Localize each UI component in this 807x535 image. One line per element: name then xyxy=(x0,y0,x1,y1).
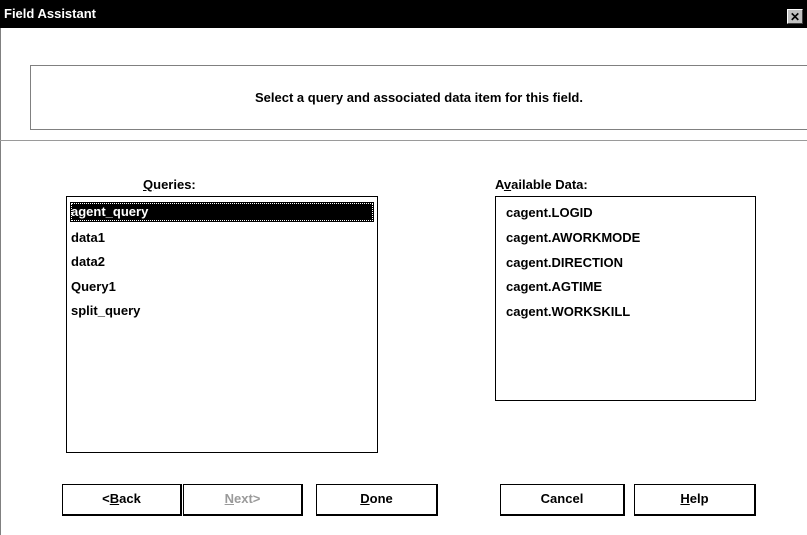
available-data-item[interactable]: cagent.LOGID xyxy=(506,203,593,223)
queries-listbox[interactable]: agent_query data1 data2 Query1 split_que… xyxy=(66,196,378,453)
next-button[interactable]: Next> xyxy=(183,484,303,516)
cancel-button[interactable]: Cancel xyxy=(500,484,625,516)
available-data-item[interactable]: cagent.AGTIME xyxy=(506,277,602,297)
queries-list-item[interactable]: data1 xyxy=(71,228,105,248)
window-left-border xyxy=(0,28,1,535)
close-button[interactable]: ✕ xyxy=(787,9,803,24)
instruction-text: Select a query and associated data item … xyxy=(255,90,583,105)
done-button-rest: one xyxy=(369,491,393,506)
available-data-item[interactable]: cagent.WORKSKILL xyxy=(506,302,630,322)
available-data-label: Available Data: xyxy=(495,177,588,192)
next-button-rest: ext> xyxy=(234,491,261,506)
available-data-label-rest: ailable Data: xyxy=(511,177,588,192)
available-data-listbox[interactable]: cagent.LOGID cagent.AWORKMODE cagent.DIR… xyxy=(495,196,756,401)
title-bar[interactable]: Field Assistant ✕ xyxy=(0,0,807,28)
next-button-accel: N xyxy=(224,491,234,506)
instruction-panel: Select a query and associated data item … xyxy=(30,65,807,130)
done-button[interactable]: Done xyxy=(316,484,438,516)
help-button-accel: H xyxy=(680,491,690,506)
help-button-rest: elp xyxy=(689,491,709,506)
back-button-rest: ack xyxy=(119,491,141,506)
queries-list-item[interactable]: split_query xyxy=(71,301,140,321)
back-button-pre: < xyxy=(102,491,110,506)
available-data-label-pre: A xyxy=(495,177,504,192)
available-data-item[interactable]: cagent.DIRECTION xyxy=(506,253,623,273)
back-button-accel: B xyxy=(109,491,120,506)
queries-label-rest: ueries: xyxy=(153,177,196,192)
help-button[interactable]: Help xyxy=(634,484,756,516)
window-title: Field Assistant xyxy=(4,6,96,21)
back-button[interactable]: <Back xyxy=(62,484,182,516)
queries-label: Queries: xyxy=(143,177,196,192)
done-button-accel: D xyxy=(360,491,370,506)
queries-list-item[interactable]: data2 xyxy=(71,252,105,272)
close-icon: ✕ xyxy=(789,10,801,24)
queries-list-item[interactable]: agent_query xyxy=(70,202,374,222)
separator xyxy=(0,140,807,141)
queries-label-accel: Q xyxy=(143,177,154,192)
available-data-item[interactable]: cagent.AWORKMODE xyxy=(506,228,640,248)
queries-list-item[interactable]: Query1 xyxy=(71,277,116,297)
